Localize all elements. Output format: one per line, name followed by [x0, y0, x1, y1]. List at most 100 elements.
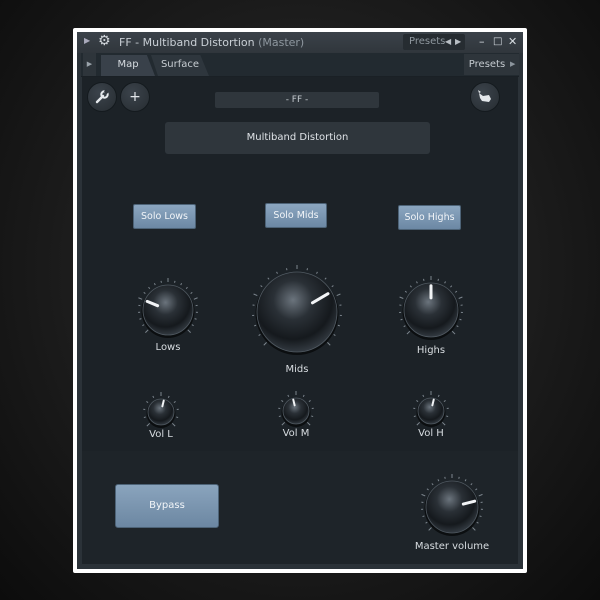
knob-tick — [416, 281, 418, 284]
bypass-button[interactable]: Bypass — [115, 484, 219, 528]
knob-tick — [153, 283, 156, 286]
knob-tick — [422, 515, 425, 518]
knob-tick — [454, 290, 458, 293]
knob-tick — [472, 527, 476, 531]
knob-tick — [267, 277, 270, 280]
knob-tick — [451, 330, 456, 335]
add-button[interactable]: + — [120, 82, 150, 112]
vol-l-label: Vol L — [149, 429, 173, 440]
knob-body[interactable] — [147, 398, 175, 426]
knob-tick — [143, 291, 146, 294]
knob-tick — [253, 293, 258, 297]
tab-bar: ▶ Surface Map Presets ▶ — [81, 53, 519, 77]
preset-name-bar[interactable]: - FF - — [215, 92, 379, 108]
plus-icon: + — [129, 89, 141, 105]
knob-tick — [194, 318, 197, 320]
wrench-button[interactable] — [87, 82, 117, 112]
knob-tick — [281, 421, 286, 426]
master-volume-label: Master volume — [414, 541, 490, 552]
knob-body[interactable] — [256, 271, 338, 353]
mids-label: Mids — [285, 364, 309, 375]
knob-tick — [193, 297, 198, 300]
tabbar-arrow-icon[interactable]: ▶ — [83, 53, 96, 76]
knob-tick — [180, 283, 183, 286]
knob-tick — [302, 394, 305, 397]
knob-tick — [143, 416, 146, 419]
knob-tick — [476, 521, 479, 524]
knob-tick — [187, 329, 191, 333]
title-presets-selector[interactable]: Presets ◀ ▶ — [403, 34, 465, 50]
tab-map[interactable]: Map — [101, 55, 155, 76]
knob-tick — [258, 334, 261, 336]
knob-tick — [441, 421, 446, 426]
knob-tick — [413, 415, 416, 418]
knob-tick — [437, 479, 440, 482]
vol-l-knob[interactable] — [143, 392, 179, 428]
vol-m-knob[interactable] — [278, 391, 314, 427]
knob-tick — [138, 297, 143, 300]
mids-knob[interactable] — [252, 265, 342, 357]
window-subtitle: (Master) — [258, 36, 305, 49]
knob-tick — [281, 400, 284, 402]
knob-tick — [428, 527, 432, 531]
knob-tick — [276, 271, 278, 274]
knob-tick — [443, 400, 446, 402]
knob-tick — [409, 285, 412, 288]
vol-h-knob[interactable] — [413, 391, 449, 427]
knob-tick — [475, 488, 478, 491]
solo-highs-button[interactable]: Solo Highs — [398, 205, 461, 230]
maximize-icon[interactable]: □ — [493, 36, 502, 47]
knob-tick — [148, 286, 151, 290]
lows-knob[interactable] — [138, 278, 198, 340]
knob-tick — [421, 493, 426, 497]
minimize-icon[interactable]: – — [479, 35, 485, 48]
knob-tick — [456, 325, 459, 328]
knob-tick — [173, 401, 176, 403]
next-preset-icon[interactable]: ▶ — [455, 34, 461, 50]
tabbar-presets-button[interactable]: Presets — [464, 54, 510, 75]
knob-tick — [450, 285, 453, 288]
knob-tick — [422, 394, 425, 397]
highs-knob[interactable] — [399, 276, 463, 341]
knob-tick — [437, 394, 440, 397]
animal-button[interactable] — [470, 82, 500, 112]
knob-tick — [263, 342, 267, 346]
knob-body[interactable] — [425, 480, 479, 534]
knob-tick — [425, 521, 428, 524]
knob-tick — [287, 394, 290, 397]
knob-indicator — [292, 398, 296, 407]
knob-tick — [191, 324, 194, 327]
knob-tick — [464, 479, 467, 482]
prev-preset-icon[interactable]: ◀ — [445, 34, 451, 50]
vol-m-label: Vol M — [282, 428, 310, 439]
vol-h-label: Vol H — [418, 428, 444, 439]
cat-icon — [478, 90, 491, 102]
knob-tick — [146, 422, 151, 427]
knob-tick — [479, 515, 482, 518]
close-icon[interactable]: ✕ — [508, 35, 517, 48]
knob-tick — [190, 291, 193, 294]
tab-surface[interactable]: Surface — [151, 55, 209, 76]
knob-body[interactable] — [417, 397, 445, 425]
solo-lows-button[interactable]: Solo Lows — [133, 204, 196, 229]
master-volume-knob[interactable] — [421, 474, 483, 537]
knob-tick — [404, 290, 408, 293]
knob-tick — [167, 395, 170, 398]
knob-tick — [146, 401, 149, 403]
knob-tick — [142, 324, 145, 327]
knob-tick — [444, 281, 446, 284]
knob-tick — [470, 483, 473, 486]
knob-tick — [278, 415, 281, 418]
knob-body[interactable] — [142, 284, 194, 336]
knob-indicator — [161, 399, 165, 408]
title-arrow-icon[interactable]: ▶ — [84, 36, 90, 45]
knob-tick — [416, 400, 419, 402]
window-title: FF - Multiband Distortion (Master) — [119, 36, 304, 49]
title-bar[interactable]: ▶ ⚙ FF - Multiband Distortion (Master) P… — [77, 32, 523, 53]
gear-icon[interactable]: ⚙ — [98, 33, 111, 49]
tabbar-presets-arrow-icon[interactable]: ▶ — [510, 54, 519, 75]
knob-tick — [406, 330, 411, 335]
highs-label: Highs — [416, 345, 446, 356]
solo-mids-button[interactable]: Solo Mids — [265, 203, 327, 228]
knob-body[interactable] — [282, 397, 310, 425]
